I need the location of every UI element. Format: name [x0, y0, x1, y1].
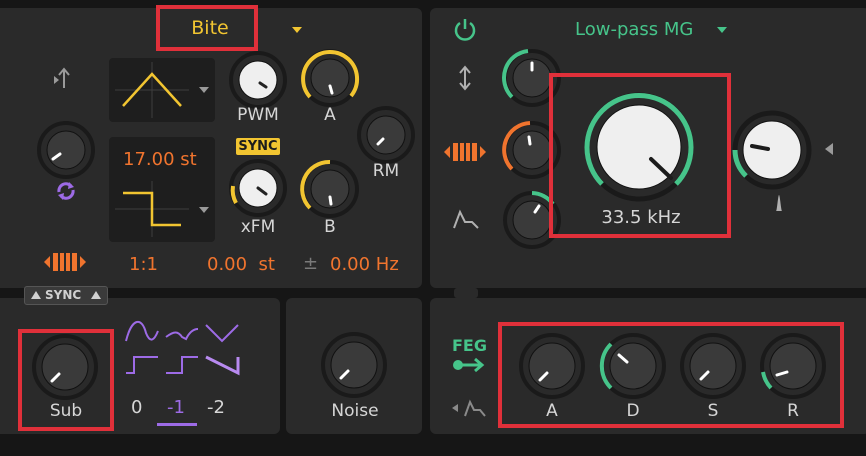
rm-knob[interactable] [357, 106, 415, 164]
preset-name-highlight [156, 5, 258, 51]
pitch-direction-icon [54, 67, 70, 88]
keyboard-icon[interactable] [42, 250, 90, 274]
filter-type[interactable]: Low-pass MG [575, 19, 693, 40]
resonance-peak-icon [768, 195, 790, 211]
hz-offset[interactable]: 0.00 Hz [330, 254, 399, 275]
sync-badge[interactable]: SYNC [236, 138, 280, 155]
sync-button-label: SYNC [45, 288, 82, 302]
pwm-knob[interactable] [229, 51, 287, 109]
cutoff-highlight [549, 73, 731, 238]
waveform-a-dropdown-icon[interactable] [199, 87, 209, 93]
filter-power-icon[interactable] [453, 17, 477, 41]
sub-wave-square-icon[interactable] [124, 353, 160, 375]
filter-type-dropdown-icon[interactable] [717, 27, 727, 33]
noise-knob[interactable] [320, 331, 388, 399]
rm-label: RM [372, 161, 400, 181]
osc-b-label: B [324, 217, 336, 237]
sync-loop-icon[interactable] [54, 180, 78, 202]
sync-button[interactable]: SYNC [24, 286, 108, 305]
sub-wave-sine-dip-icon[interactable] [164, 321, 200, 343]
osc-a-knob[interactable] [301, 49, 360, 107]
feg-envelope-icon [464, 399, 486, 417]
resonance-knob[interactable] [732, 110, 812, 190]
feg-left-arrow-icon[interactable] [452, 404, 458, 412]
vertical-arrows-icon [459, 65, 471, 91]
noise-label: Noise [331, 401, 379, 421]
sub-highlight [18, 329, 114, 431]
pwm-label: PWM [237, 105, 279, 125]
feg-adsr-highlight [498, 322, 844, 428]
divider-notch [454, 288, 478, 298]
sub-octave-0[interactable]: 0 [131, 397, 142, 418]
sub-octave-minus-2[interactable]: -2 [207, 397, 225, 418]
sync-up-arrow-icon [31, 291, 41, 299]
sub-wave-triangle-icon[interactable] [204, 321, 240, 343]
plus-minus-symbol: ± [303, 253, 319, 274]
semitone-offset[interactable]: 0.00 st [207, 254, 275, 275]
sub-wave-pulse-icon[interactable] [164, 353, 200, 375]
waveform-display-a[interactable] [109, 58, 215, 122]
envelope-icon [453, 209, 479, 229]
preset-dropdown-icon[interactable] [292, 27, 302, 33]
sub-octave-minus-1[interactable]: -1 [167, 397, 185, 418]
osc-mix-knob[interactable] [37, 121, 95, 179]
sub-wave-saw-icon[interactable] [204, 353, 240, 376]
xfm-knob[interactable] [229, 159, 287, 217]
feg-arrow-icon [453, 357, 485, 373]
sub-wave-sine-icon[interactable] [124, 321, 160, 343]
waveform-b-dropdown-icon[interactable] [199, 207, 209, 213]
waveform-display-b[interactable]: 17.00 st [109, 137, 215, 242]
ratio-value[interactable]: 1:1 [129, 254, 158, 275]
osc-b-knob[interactable] [300, 159, 359, 218]
xfm-label: xFM [240, 217, 276, 237]
osc-a-label: A [324, 105, 336, 125]
resonance-left-arrow-icon[interactable] [825, 143, 833, 155]
sync-up-arrow-icon-2 [91, 291, 101, 299]
pitch-value[interactable]: 17.00 st [123, 149, 197, 170]
filter-keyboard-icon[interactable] [442, 140, 490, 164]
sub-octave-selected-underline [157, 423, 197, 426]
feg-label: FEG [452, 336, 487, 355]
